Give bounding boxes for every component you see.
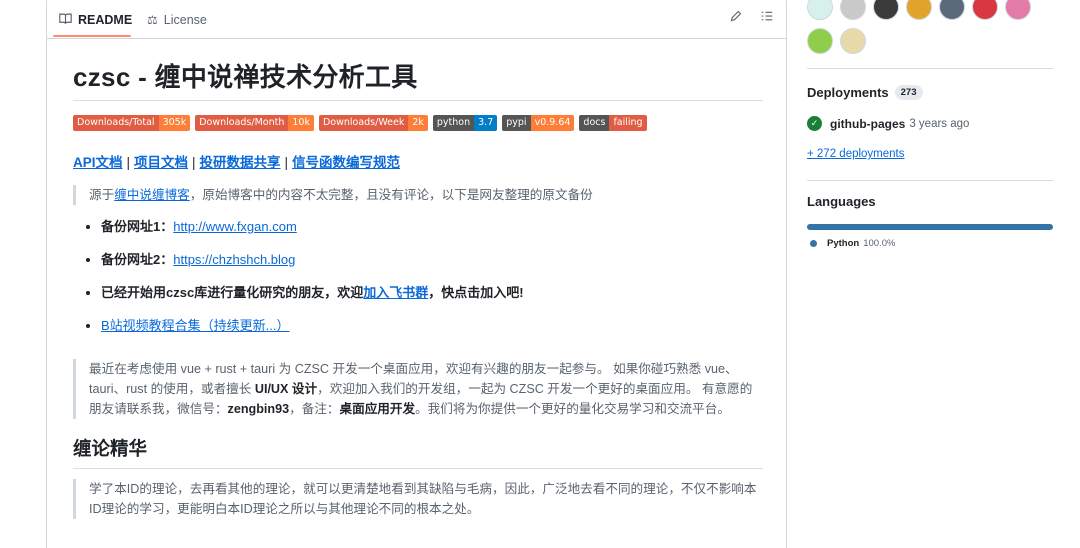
- badge-label: pypi: [502, 115, 531, 131]
- badge-downloads-week[interactable]: Downloads/Week 2k: [318, 115, 428, 131]
- more-deployments-link[interactable]: + 272 deployments: [807, 148, 905, 160]
- badge-downloads-month[interactable]: Downloads/Month 10k: [195, 115, 314, 131]
- edit-pencil-icon[interactable]: [727, 9, 745, 27]
- link-separator: |: [192, 155, 196, 170]
- quote2-text: 。我们将为你提供一个更好的量化交易学习和交流平台。: [415, 402, 730, 416]
- list-item: 备份网址2：https://chzhshch.blog: [101, 250, 763, 283]
- theory-quote: 学了本ID的理论，去再看其他的理论，就可以更清楚地看到其缺陷与毛病，因此，广泛地…: [73, 479, 763, 519]
- contributor-avatar[interactable]: [906, 0, 932, 20]
- language-percent: 100.0%: [863, 238, 896, 249]
- deployment-time: 3 years ago: [909, 117, 970, 130]
- deployment-env-link[interactable]: github-pages: [830, 117, 905, 131]
- badge-python[interactable]: python 3.7: [432, 115, 498, 131]
- link-separator: |: [284, 155, 289, 170]
- badge-value: 2k: [408, 115, 428, 131]
- link-data-share[interactable]: 投研数据共享: [200, 155, 281, 170]
- badge-label: Downloads/Total: [73, 115, 159, 131]
- law-icon: ⚖: [147, 13, 158, 27]
- wechat-id: zengbin93: [227, 402, 290, 416]
- feishu-group-link[interactable]: 加入飞书群: [363, 285, 428, 300]
- contributor-avatar[interactable]: [807, 0, 833, 20]
- list-item: 备份网址1：http://www.fxgan.com: [101, 217, 763, 250]
- badge-label: Downloads/Month: [195, 115, 289, 131]
- section-heading: 缠论精华: [73, 435, 763, 469]
- badge-label: Downloads/Week: [318, 115, 409, 131]
- contributor-avatar[interactable]: [939, 0, 965, 20]
- deployments-title: Deployments: [807, 85, 889, 100]
- item-suffix: ，快点击加入吧!: [428, 285, 524, 300]
- link-signal-spec[interactable]: 信号函数编写规范: [292, 155, 400, 170]
- outline-list-icon[interactable]: [758, 9, 776, 27]
- badge-pypi[interactable]: pypi v0.9.64: [502, 115, 575, 131]
- desktop-app-quote: 最近在考虑使用 vue + rust + tauri 为 CZSC 开发一个桌面…: [73, 359, 763, 419]
- contributor-avatar[interactable]: [840, 0, 866, 20]
- list-item: 已经开始用czsc库进行量化研究的朋友，欢迎加入飞书群，快点击加入吧!: [101, 283, 763, 316]
- deployment-row: ✓ github-pages 3 years ago: [807, 116, 969, 131]
- active-tab-indicator: [53, 35, 131, 37]
- bilibili-tutorial-link[interactable]: B站视频教程合集（持续更新...）: [101, 318, 290, 333]
- item-label: 已经开始用czsc库进行量化研究的朋友，欢迎: [101, 285, 364, 300]
- badge-label: docs: [579, 115, 610, 131]
- tab-license-label: License: [163, 13, 207, 27]
- quote2-bold: UI/UX 设计: [254, 382, 318, 396]
- badge-value: 3.7: [474, 115, 498, 131]
- list-item: B站视频教程合集（持续更新...）: [101, 316, 763, 349]
- language-item-python[interactable]: Python 100.0%: [810, 238, 895, 249]
- contributor-avatar[interactable]: [972, 0, 998, 20]
- badge-docs[interactable]: docs failing: [579, 115, 647, 131]
- tab-readme-label: README: [78, 13, 133, 27]
- quote1-prefix: 源于: [89, 188, 115, 202]
- deployments-heading[interactable]: Deployments 273: [807, 85, 923, 100]
- languages-heading: Languages: [807, 194, 876, 209]
- backup-list: 备份网址1：http://www.fxgan.com 备份网址2：https:/…: [73, 217, 763, 349]
- deployments-count-badge: 273: [894, 85, 923, 100]
- readme-title: czsc - 缠中说禅技术分析工具: [73, 57, 763, 101]
- quote2-text: ，备注：: [289, 402, 340, 416]
- badge-value: 10k: [288, 115, 314, 131]
- readme-panel: README ⚖ License czsc - 缠中说禅技术分析工具 Downl…: [46, 0, 787, 548]
- language-name: Python: [827, 238, 860, 249]
- blog-link[interactable]: 缠中说缠博客: [114, 188, 190, 202]
- sidebar-divider: [807, 68, 1053, 69]
- blog-source-quote: 源于缠中说缠博客，原始博客中的内容不太完整，且没有评论，以下是网友整理的原文备份: [73, 185, 763, 205]
- sidebar-divider: [807, 180, 1053, 181]
- contributor-avatar[interactable]: [1005, 0, 1031, 20]
- doc-links: API文档 | 项目文档 | 投研数据共享 | 信号函数编写规范: [73, 151, 763, 171]
- readme-content: czsc - 缠中说禅技术分析工具 Downloads/Total 305k Dow…: [73, 57, 763, 519]
- badge-downloads-total[interactable]: Downloads/Total 305k: [73, 115, 191, 131]
- backup-url-2[interactable]: https://chzhshch.blog: [173, 252, 295, 267]
- item-label: 备份网址1：: [101, 219, 174, 234]
- tab-readme[interactable]: README: [59, 7, 132, 33]
- contributor-avatar[interactable]: [840, 28, 866, 54]
- badge-row: Downloads/Total 305k Downloads/Month 10k Dow…: [73, 115, 763, 132]
- contributor-avatar[interactable]: [807, 28, 833, 54]
- badge-value: 305k: [158, 115, 191, 131]
- check-circle-icon: ✓: [807, 116, 822, 131]
- link-project-docs[interactable]: 项目文档: [134, 155, 188, 170]
- item-label: 备份网址2：: [101, 252, 174, 267]
- badge-value: failing: [609, 115, 647, 131]
- quote2-bold: 桌面应用开发: [339, 402, 416, 416]
- backup-url-1[interactable]: http://www.fxgan.com: [173, 219, 297, 234]
- tab-license[interactable]: ⚖ License: [147, 7, 207, 33]
- readme-tabs: README ⚖ License: [47, 0, 786, 39]
- language-color-dot: [810, 240, 817, 247]
- link-api-docs[interactable]: API文档: [73, 155, 123, 170]
- badge-label: python: [432, 115, 475, 131]
- quote1-suffix: ，原始博客中的内容不太完整，且没有评论，以下是网友整理的原文备份: [189, 188, 593, 202]
- link-separator: |: [126, 155, 131, 170]
- badge-value: v0.9.64: [530, 115, 575, 131]
- language-bar: [807, 224, 1053, 230]
- contributor-avatar[interactable]: [873, 0, 899, 20]
- book-icon: [59, 13, 72, 28]
